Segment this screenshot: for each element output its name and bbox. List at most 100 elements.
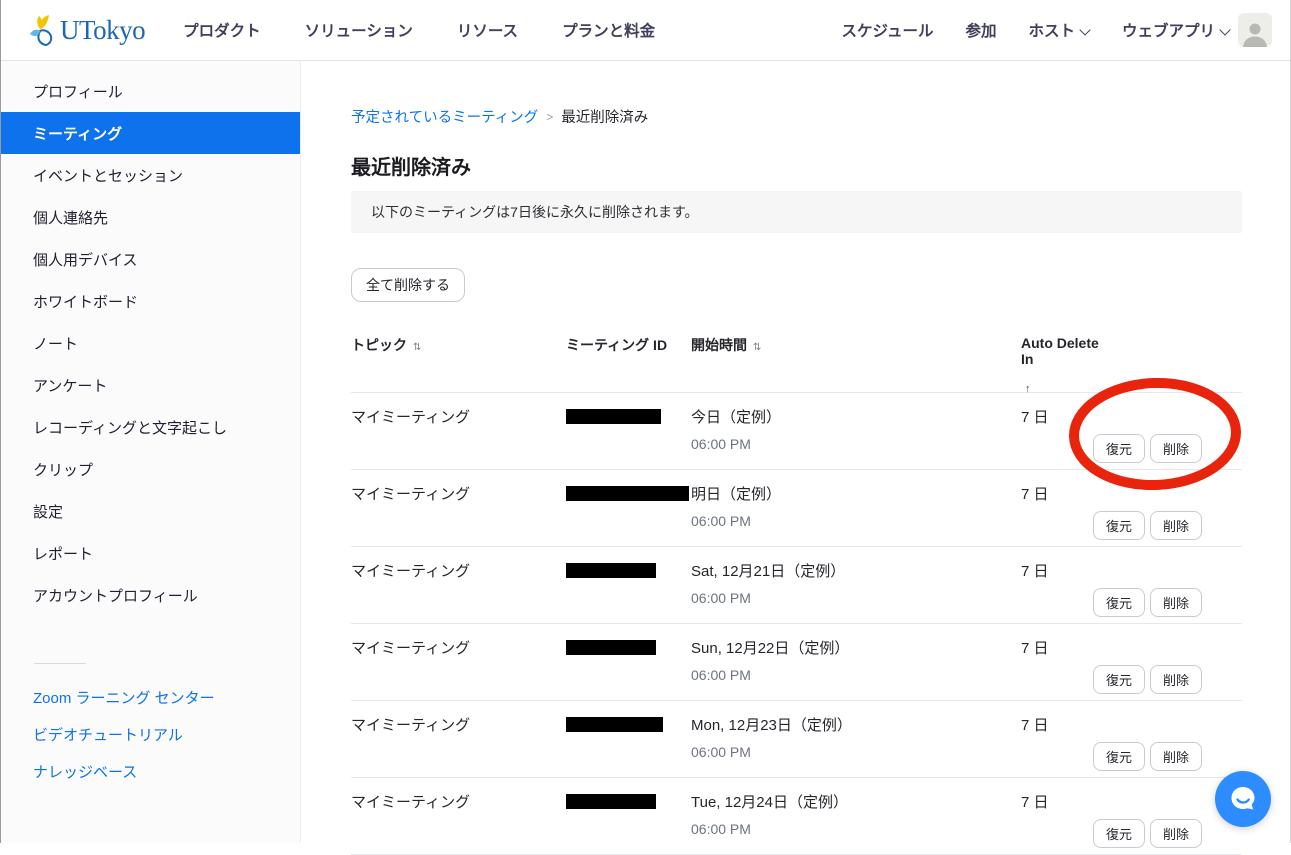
sidebar-divider: [34, 663, 86, 664]
sidebar-item-1[interactable]: ミーティング: [1, 112, 300, 154]
sort-icon[interactable]: ⇅: [413, 342, 421, 353]
row-topic: マイミーティング: [351, 714, 566, 735]
auto-delete-notice: 以下のミーティングは7日後に永久に削除されます。: [351, 191, 1242, 233]
table-row: マイミーティング 今日（定例） 06:00 PM 7 日 復元 削除: [351, 393, 1242, 470]
logo-text: UTokyo: [60, 15, 145, 46]
sidebar-item-9[interactable]: クリップ: [1, 448, 300, 490]
nav-item-label: リソース: [457, 19, 518, 41]
delete-button[interactable]: 削除: [1150, 665, 1202, 694]
restore-button[interactable]: 復元: [1093, 742, 1145, 771]
sidebar-item-8[interactable]: レコーディングと文字起こし: [1, 406, 300, 448]
row-start-time: 06:00 PM: [691, 513, 1021, 529]
nav-item-left-2[interactable]: リソース: [457, 19, 518, 41]
row-topic: マイミーティング: [351, 483, 566, 504]
delete-button[interactable]: 削除: [1150, 588, 1202, 617]
meeting-id-redacted: [566, 409, 661, 424]
breadcrumb-upcoming-meetings-link[interactable]: 予定されているミーティング: [351, 106, 538, 127]
sidebar-link-2[interactable]: ナレッジベース: [1, 753, 300, 790]
row-start-time: 06:00 PM: [691, 667, 1021, 683]
header-start-time[interactable]: 開始時間⇅: [691, 335, 1021, 355]
row-start-time: 06:00 PM: [691, 590, 1021, 606]
restore-button[interactable]: 復元: [1093, 511, 1145, 540]
sidebar-item-2[interactable]: イベントとセッション: [1, 154, 300, 196]
nav-item-left-3[interactable]: プランと料金: [562, 19, 655, 41]
nav-item-right-1[interactable]: 参加: [965, 19, 996, 41]
chat-widget-button[interactable]: [1215, 771, 1271, 827]
restore-button[interactable]: 復元: [1093, 665, 1145, 694]
nav-item-right-0[interactable]: スケジュール: [842, 19, 934, 41]
restore-button[interactable]: 復元: [1093, 588, 1145, 617]
table-row: マイミーティング Sun, 12月22日（定例） 06:00 PM 7 日 復元…: [351, 624, 1242, 701]
sidebar-item-7[interactable]: アンケート: [1, 364, 300, 406]
row-start-time: 06:00 PM: [691, 744, 1021, 760]
account-nav: スケジュール 参加 ホスト ウェブアプリ: [842, 19, 1230, 41]
delete-button[interactable]: 削除: [1150, 511, 1202, 540]
sidebar-item-6[interactable]: ノート: [1, 322, 300, 364]
delete-all-button[interactable]: 全て削除する: [351, 268, 465, 302]
sidebar: プロフィールミーティングイベントとセッション個人連絡先個人用デバイスホワイトボー…: [1, 61, 301, 843]
delete-button[interactable]: 削除: [1150, 742, 1202, 771]
header-topic[interactable]: トピック⇅: [351, 335, 566, 355]
primary-nav: プロダクト ソリューション リソース プランと料金: [183, 19, 655, 41]
nav-item-left-1[interactable]: ソリューション: [305, 19, 413, 41]
meeting-id-redacted: [566, 640, 656, 655]
table-row: マイミーティング Sat, 12月21日（定例） 06:00 PM 7 日 復元…: [351, 547, 1242, 624]
breadcrumb: 予定されているミーティング > 最近削除済み: [351, 106, 1242, 127]
nav-item-left-0[interactable]: プロダクト: [183, 19, 261, 41]
sidebar-item-11[interactable]: レポート: [1, 532, 300, 574]
sort-icon[interactable]: ⇅: [753, 342, 761, 353]
nav-item-label: ウェブアプリ: [1122, 19, 1215, 41]
user-avatar-icon: [1240, 19, 1270, 47]
meeting-id-redacted: [566, 717, 663, 732]
row-start-date: Sun, 12月22日（定例）: [691, 637, 1021, 658]
nav-item-label: ソリューション: [305, 19, 413, 41]
row-start-date: 明日（定例）: [691, 483, 1021, 504]
meeting-id-redacted: [566, 486, 689, 501]
top-navigation: UTokyo プロダクト ソリューション リソース プランと料金 スケジュール 参加 ホス…: [1, 0, 1290, 61]
nav-item-right-3[interactable]: ウェブアプリ: [1122, 19, 1230, 41]
row-auto-delete: 7 日: [1021, 483, 1109, 504]
nav-item-label: 参加: [965, 19, 996, 41]
delete-button[interactable]: 削除: [1150, 819, 1202, 848]
row-topic: マイミーティング: [351, 560, 566, 581]
delete-button[interactable]: 削除: [1150, 434, 1202, 463]
table-row: マイミーティング 明日（定例） 06:00 PM 7 日 復元 削除: [351, 470, 1242, 547]
row-topic: マイミーティング: [351, 406, 566, 427]
row-auto-delete: 7 日: [1021, 406, 1109, 427]
chat-bubble-icon: [1228, 784, 1258, 814]
table-body: マイミーティング 今日（定例） 06:00 PM 7 日 復元 削除 マイミーテ…: [351, 393, 1242, 855]
row-start-time: 06:00 PM: [691, 821, 1021, 837]
restore-button[interactable]: 復元: [1093, 434, 1145, 463]
table-header-row: トピック⇅ ミーティング ID 開始時間⇅ Auto Delete In ↑: [351, 333, 1242, 393]
sidebar-link-1[interactable]: ビデオチュートリアル: [1, 716, 300, 753]
table-row: マイミーティング Tue, 12月24日（定例） 06:00 PM 7 日 復元…: [351, 778, 1242, 855]
deleted-meetings-table: トピック⇅ ミーティング ID 開始時間⇅ Auto Delete In ↑ マ…: [351, 333, 1242, 855]
sidebar-item-10[interactable]: 設定: [1, 490, 300, 532]
sidebar-item-5[interactable]: ホワイトボード: [1, 280, 300, 322]
row-start-date: Mon, 12月23日（定例）: [691, 714, 1021, 735]
nav-item-label: スケジュール: [842, 19, 934, 41]
ginkgo-leaf-icon: [26, 14, 56, 46]
row-auto-delete: 7 日: [1021, 560, 1109, 581]
utokyo-logo[interactable]: UTokyo: [26, 14, 145, 46]
sidebar-item-12[interactable]: アカウントプロフィール: [1, 574, 300, 616]
row-auto-delete: 7 日: [1021, 637, 1109, 658]
sidebar-item-3[interactable]: 個人連絡先: [1, 196, 300, 238]
row-auto-delete: 7 日: [1021, 714, 1109, 735]
sidebar-link-0[interactable]: Zoom ラーニング センター: [1, 679, 300, 716]
user-avatar[interactable]: [1238, 13, 1272, 47]
nav-item-label: プランと料金: [562, 19, 655, 41]
main-content: 予定されているミーティング > 最近削除済み 最近削除済み 以下のミーティングは…: [301, 61, 1290, 843]
row-topic: マイミーティング: [351, 791, 566, 812]
table-row: マイミーティング Mon, 12月23日（定例） 06:00 PM 7 日 復元…: [351, 701, 1242, 778]
sidebar-item-4[interactable]: 個人用デバイス: [1, 238, 300, 280]
restore-button[interactable]: 復元: [1093, 819, 1145, 848]
row-start-date: Sat, 12月21日（定例）: [691, 560, 1021, 581]
sidebar-item-0[interactable]: プロフィール: [1, 70, 300, 112]
nav-item-right-2[interactable]: ホスト: [1028, 19, 1090, 41]
header-auto-delete[interactable]: Auto Delete In ↑: [1021, 335, 1109, 395]
meeting-id-redacted: [566, 794, 656, 809]
row-start-date: 今日（定例）: [691, 406, 1021, 427]
page-title: 最近削除済み: [351, 151, 1242, 180]
row-auto-delete: 7 日: [1021, 791, 1109, 812]
